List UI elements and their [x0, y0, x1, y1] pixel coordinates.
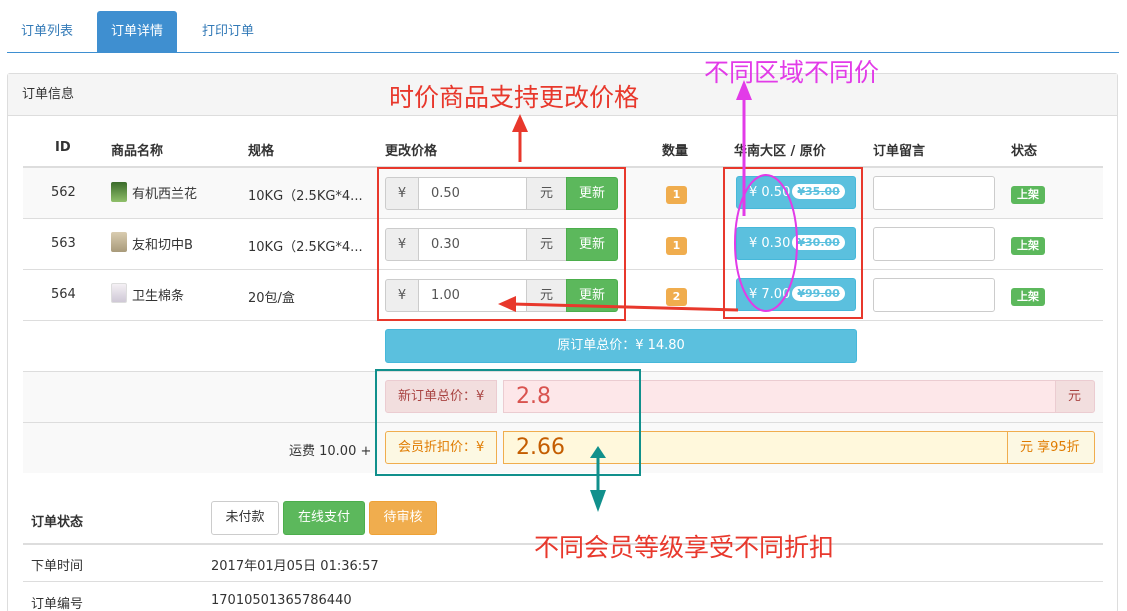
member-discount-note: 元 享95折 — [1007, 431, 1095, 464]
new-total-unit: 元 — [1055, 380, 1095, 413]
online-payment-button[interactable]: 在线支付 — [283, 501, 365, 535]
unpaid-button[interactable]: 未付款 — [211, 501, 279, 535]
product-spec: 20包/盒 — [248, 291, 295, 306]
discount-highlight-box — [375, 369, 641, 476]
original-total-button[interactable]: 原订单总价：¥ 14.80 — [385, 329, 857, 363]
product-thumbnail — [111, 182, 127, 202]
price-change-highlight-box — [377, 167, 626, 321]
shipping-fee: 运费 10.00 + — [289, 444, 372, 459]
annotation-member-discount: 不同会员等级享受不同折扣 — [534, 533, 835, 562]
product-name: 友和切中B — [132, 238, 193, 253]
region-price-highlight-box — [723, 167, 863, 319]
product-thumbnail — [111, 283, 127, 303]
col-note: 订单留言 — [873, 144, 926, 159]
col-qty: 数量 — [662, 144, 689, 159]
col-id: ID — [55, 140, 71, 155]
col-change-price: 更改价格 — [385, 144, 438, 159]
product-name: 有机西兰花 — [132, 187, 198, 202]
col-spec: 规格 — [248, 144, 275, 159]
row-divider — [23, 581, 1103, 582]
row-id: 564 — [51, 287, 76, 302]
order-time-label: 下单时间 — [31, 559, 84, 574]
annotation-region-price: 不同区域不同价 — [704, 58, 880, 87]
row-id: 563 — [51, 236, 76, 251]
product-spec: 10KG（2.5KG*4... — [248, 189, 363, 204]
status-badge: 上架 — [1011, 237, 1045, 255]
order-number-value: 17010501365786440 — [211, 593, 352, 608]
tab-print-order[interactable]: 打印订单 — [188, 11, 268, 53]
product-name: 卫生棉条 — [132, 289, 185, 304]
qty-badge: 1 — [666, 186, 687, 204]
col-name: 商品名称 — [111, 144, 164, 159]
product-thumbnail — [111, 232, 127, 252]
tab-order-detail[interactable]: 订单详情 — [97, 11, 178, 53]
status-badge: 上架 — [1011, 186, 1045, 204]
col-region-price: 华南大区 / 原价 — [734, 144, 826, 159]
product-spec: 10KG（2.5KG*4... — [248, 240, 363, 255]
row-id: 562 — [51, 185, 76, 200]
status-badge: 上架 — [1011, 288, 1045, 306]
annotation-price-change: 时价商品支持更改价格 — [389, 83, 640, 112]
tab-order-list[interactable]: 订单列表 — [7, 11, 87, 53]
order-note-input[interactable] — [873, 176, 995, 210]
order-time-value: 2017年01月05日 01:36:57 — [211, 559, 379, 574]
tab-bar: 订单列表 订单详情 打印订单 — [7, 11, 1119, 53]
order-note-input[interactable] — [873, 278, 995, 312]
qty-badge: 2 — [666, 288, 687, 306]
pending-review-button[interactable]: 待审核 — [369, 501, 437, 535]
col-status: 状态 — [1011, 144, 1038, 159]
order-status-label: 订单状态 — [31, 515, 84, 530]
order-number-label: 订单编号 — [31, 597, 84, 611]
order-note-input[interactable] — [873, 227, 995, 261]
qty-badge: 1 — [666, 237, 687, 255]
